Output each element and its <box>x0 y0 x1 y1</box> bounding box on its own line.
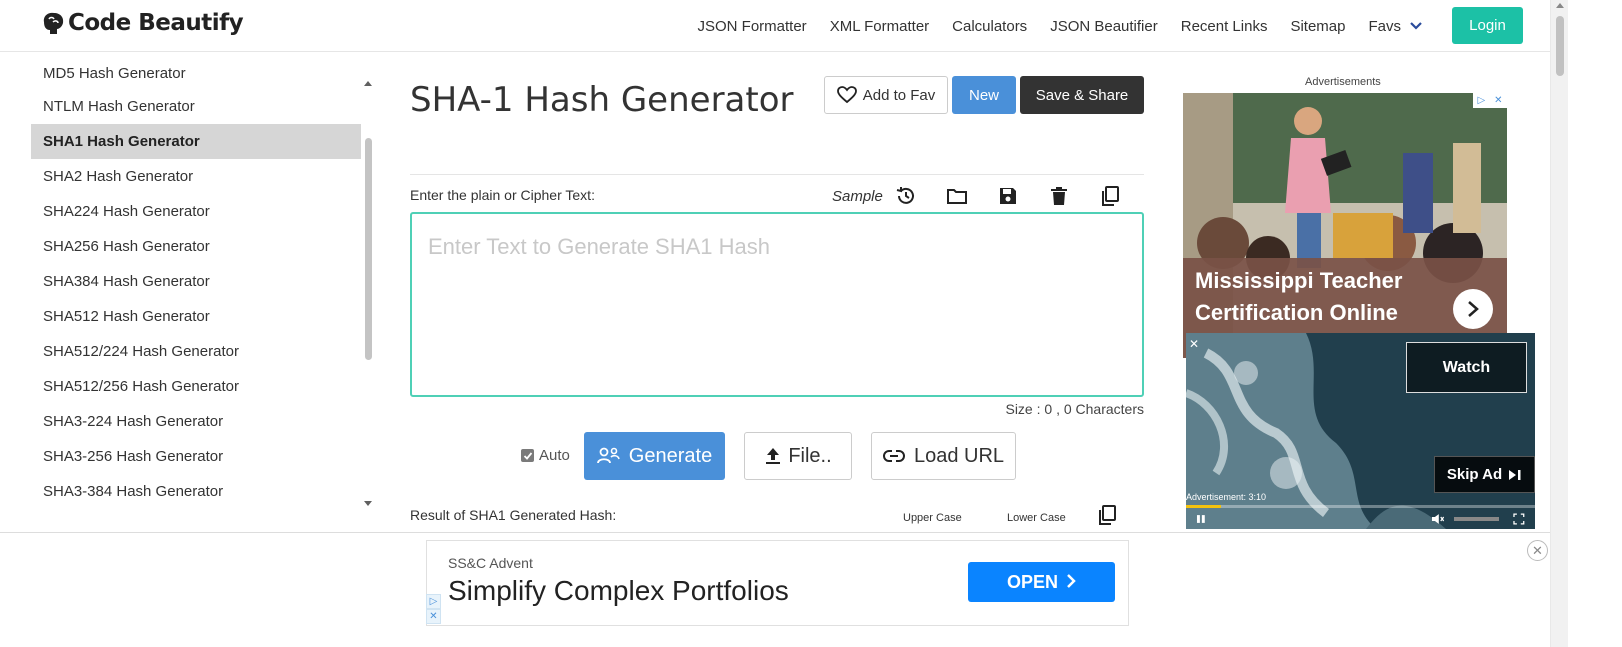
sidebar-scroll-down-icon[interactable] <box>364 501 372 506</box>
side-ad-headline[interactable]: Mississippi Teacher Certification Online <box>1195 265 1435 329</box>
sidebar-item-sha3-256[interactable]: SHA3-256 Hash Generator <box>31 439 361 474</box>
sidebar-item-md5[interactable]: MD5 Hash Generator <box>31 60 361 91</box>
bottom-ad-headline[interactable]: Simplify Complex Portfolios <box>448 575 789 607</box>
sidebar-item-sha384[interactable]: SHA384 Hash Generator <box>31 264 361 299</box>
load-url-button[interactable]: Load URL <box>871 432 1016 480</box>
sidebar-item-sha256[interactable]: SHA256 Hash Generator <box>31 229 361 264</box>
skip-next-icon <box>1509 469 1521 480</box>
history-icon[interactable] <box>893 183 919 209</box>
ad-counter: Advertisement: 3:10 <box>1186 492 1267 502</box>
add-to-fav-label: Add to Fav <box>862 86 936 104</box>
scroll-up-arrow-icon[interactable] <box>1556 3 1564 8</box>
generate-button[interactable]: Generate <box>584 432 725 480</box>
main-nav: JSON Formatter XML Formatter Calculators… <box>675 0 1423 52</box>
adchoices-badge[interactable]: ▷ ✕ <box>426 594 441 626</box>
adchoices-close-icon[interactable]: ✕ <box>426 609 441 624</box>
title-divider <box>410 174 1144 175</box>
chevron-down-icon <box>1410 22 1422 30</box>
video-close-icon[interactable]: ✕ <box>1189 337 1199 351</box>
lower-case-link[interactable]: Lower Case <box>1007 512 1066 524</box>
side-ad-banner[interactable]: ▷ ✕ Mississippi Teacher Certification Onl… <box>1183 93 1507 358</box>
top-header: Code Beautify JSON Formatter XML Formatt… <box>0 0 1550 52</box>
save-share-button[interactable]: Save & Share <box>1020 76 1144 114</box>
sidebar-scroll-up-icon[interactable] <box>364 81 372 86</box>
trash-icon[interactable] <box>1046 183 1072 209</box>
sidebar-item-sha512[interactable]: SHA512 Hash Generator <box>31 299 361 334</box>
brain-logo-icon <box>43 12 64 35</box>
bottom-ad-brand[interactable]: SS&C Advent <box>448 555 533 571</box>
ads-caption: Advertisements <box>1305 76 1381 88</box>
save-icon[interactable] <box>995 183 1021 209</box>
close-bottom-ad-icon[interactable]: ✕ <box>1527 540 1548 561</box>
page-title: SHA-1 Hash Generator <box>410 80 794 120</box>
sample-link[interactable]: Sample <box>832 188 883 205</box>
size-indicator: Size : 0 , 0 Characters <box>1005 401 1144 417</box>
favs-label: Favs <box>1368 17 1401 35</box>
users-gear-icon <box>596 447 620 464</box>
page-scrollbar[interactable] <box>1550 0 1568 647</box>
link-icon <box>883 450 905 462</box>
nav-xml-formatter[interactable]: XML Formatter <box>830 18 929 35</box>
upload-icon <box>766 448 781 464</box>
mute-icon[interactable] <box>1431 513 1445 525</box>
fullscreen-icon[interactable] <box>1513 512 1525 525</box>
chevron-right-icon <box>1066 572 1076 593</box>
open-cta-button[interactable]: OPEN <box>968 562 1115 602</box>
volume-slider[interactable] <box>1454 516 1500 521</box>
auto-checkbox[interactable]: Auto <box>521 447 570 464</box>
copy-result-icon[interactable] <box>1097 504 1117 531</box>
load-url-label: Load URL <box>913 444 1005 467</box>
file-label: File.. <box>788 444 832 467</box>
watch-button[interactable]: Watch <box>1406 342 1527 393</box>
checkbox-checked-icon[interactable] <box>521 449 534 462</box>
sidebar-scrollbar[interactable] <box>361 60 376 512</box>
open-folder-icon[interactable] <box>944 183 970 209</box>
nav-favs-dropdown[interactable]: Favs <box>1368 18 1422 35</box>
heart-icon <box>836 86 857 104</box>
input-toolbar: Sample <box>832 182 1123 210</box>
sidebar-item-sha3-384[interactable]: SHA3-384 Hash Generator <box>31 474 361 509</box>
page-scrollbar-thumb[interactable] <box>1556 16 1564 76</box>
sidebar-scrollbar-thumb[interactable] <box>365 138 372 360</box>
video-controls <box>1186 508 1535 529</box>
video-ad[interactable]: ✕ Watch Skip Ad Advertisement: 3:10 <box>1186 333 1535 529</box>
auto-label: Auto <box>539 447 570 464</box>
sidebar-item-sha2[interactable]: SHA2 Hash Generator <box>31 159 361 194</box>
bottom-ad-banner[interactable]: SS&C Advent Simplify Complex Portfolios … <box>426 540 1129 626</box>
nav-recent-links[interactable]: Recent Links <box>1181 18 1268 35</box>
sidebar-item-sha1[interactable]: SHA1 Hash Generator <box>31 124 361 159</box>
plain-text-input[interactable] <box>410 212 1144 397</box>
adchoices-icon[interactable]: ▷ ✕ <box>1473 93 1507 108</box>
skip-ad-button[interactable]: Skip Ad <box>1434 456 1535 493</box>
nav-json-formatter[interactable]: JSON Formatter <box>698 18 807 35</box>
upload-file-button[interactable]: File.. <box>744 432 852 480</box>
login-button[interactable]: Login <box>1452 7 1523 44</box>
sidebar-item-sha512-256[interactable]: SHA512/256 Hash Generator <box>31 369 361 404</box>
sidebar-item-sha224[interactable]: SHA224 Hash Generator <box>31 194 361 229</box>
open-cta-label: OPEN <box>1006 571 1058 592</box>
upper-case-link[interactable]: Upper Case <box>903 512 962 524</box>
brand-name: Code Beautify <box>68 10 244 36</box>
nav-sitemap[interactable]: Sitemap <box>1290 18 1345 35</box>
result-label: Result of SHA1 Generated Hash: <box>410 507 617 523</box>
add-to-fav-button[interactable]: Add to Fav <box>824 76 948 114</box>
sidebar-item-sha512-224[interactable]: SHA512/224 Hash Generator <box>31 334 361 369</box>
sidebar-item-ntlm[interactable]: NTLM Hash Generator <box>31 89 361 124</box>
chevron-right-icon[interactable] <box>1453 289 1493 329</box>
site-logo[interactable]: Code Beautify <box>40 10 244 36</box>
input-label: Enter the plain or Cipher Text: <box>410 187 595 203</box>
tool-sidebar: MD5 Hash Generator NTLM Hash Generator S… <box>31 60 376 512</box>
skip-ad-label: Skip Ad <box>1446 466 1503 483</box>
pause-icon[interactable] <box>1196 514 1206 524</box>
nav-calculators[interactable]: Calculators <box>952 18 1027 35</box>
sidebar-item-sha3-224[interactable]: SHA3-224 Hash Generator <box>31 404 361 439</box>
adchoices-play-icon[interactable]: ▷ <box>426 594 441 609</box>
nav-json-beautifier[interactable]: JSON Beautifier <box>1050 18 1158 35</box>
generate-label: Generate <box>628 444 713 467</box>
new-button[interactable]: New <box>952 76 1016 114</box>
copy-icon[interactable] <box>1097 183 1123 209</box>
